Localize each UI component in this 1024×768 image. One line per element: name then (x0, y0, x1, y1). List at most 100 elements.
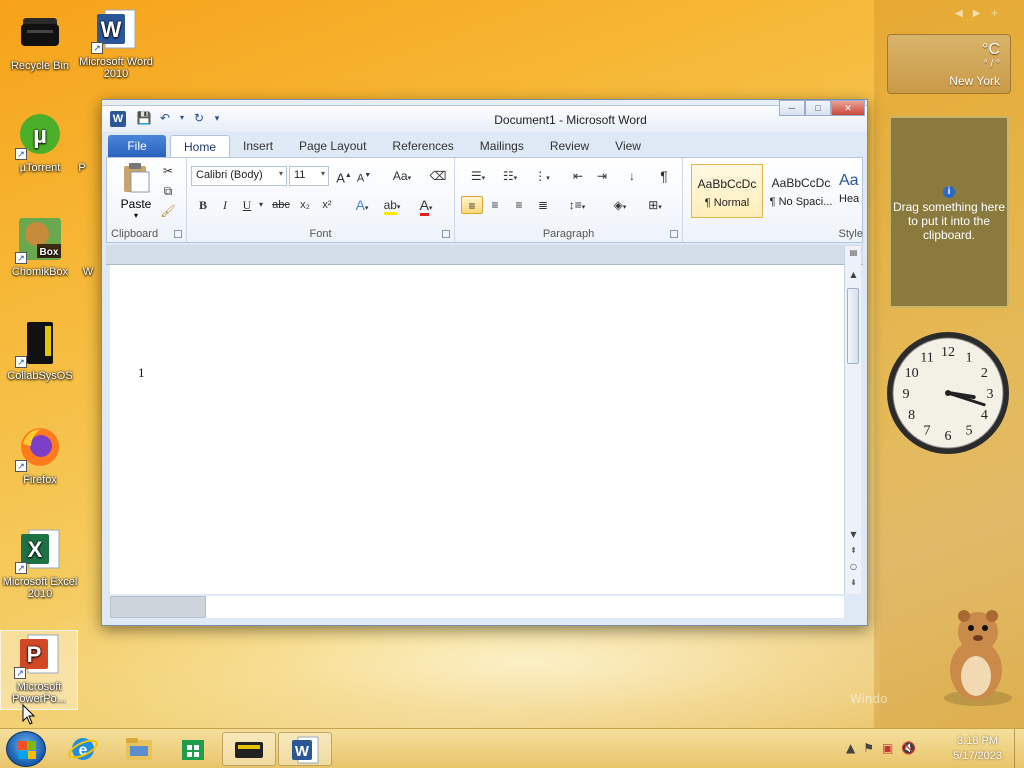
network-error-icon[interactable]: ▣ (882, 741, 893, 755)
decrease-indent-icon[interactable]: ⇤ (569, 167, 587, 185)
line-spacing-icon[interactable]: ↕≡▾ (563, 196, 591, 214)
shading-icon[interactable]: ◈▾ (605, 196, 635, 214)
subscript-button[interactable]: x₂ (295, 196, 315, 214)
font-family-select[interactable]: Calibri (Body) ▾ (191, 166, 287, 186)
superscript-button[interactable]: x² (317, 196, 337, 214)
shortcut-arrow-icon: ↗ (14, 667, 26, 679)
font-color-button[interactable]: A▾ (413, 196, 439, 216)
tab-home[interactable]: Home (170, 135, 231, 157)
taskbar-chomikbox[interactable] (222, 732, 276, 766)
borders-icon[interactable]: ⊞▾ (641, 196, 669, 214)
format-painter-icon[interactable]: 🖌 (159, 202, 177, 220)
document-text: 1 (138, 365, 145, 380)
show-hidden-icons-icon[interactable]: ▲ (846, 741, 855, 755)
style-heading[interactable]: Aa Hea (839, 164, 865, 218)
show-formatting-button[interactable]: ¶ (655, 167, 673, 185)
tab-insert[interactable]: Insert (230, 135, 286, 157)
bullets-icon[interactable]: ☰▾ (465, 167, 491, 185)
excel-icon: X ↗ (15, 526, 63, 574)
taskbar-store[interactable] (166, 732, 220, 766)
change-case-button[interactable]: Aa▾ (389, 167, 415, 185)
tab-file[interactable]: File (108, 135, 166, 157)
start-button[interactable] (6, 731, 46, 767)
numbering-icon[interactable]: ☷▾ (497, 167, 523, 185)
shrink-font-button[interactable]: A▼ (355, 167, 373, 185)
next-page-icon[interactable]: ⇟ (845, 578, 862, 587)
multilevel-list-icon[interactable]: ⋮▾ (529, 167, 555, 185)
document-page[interactable]: 1 (110, 265, 844, 594)
desktop-icon-excel-2010[interactable]: X ↗ Microsoft Excel 2010 (0, 526, 80, 600)
shortcut-arrow-icon: ↗ (15, 356, 27, 368)
horizontal-scroll-thumb[interactable] (110, 596, 206, 618)
clear-formatting-icon[interactable]: ⌫ (429, 167, 447, 185)
paragraph-launcher-icon[interactable] (670, 230, 678, 238)
minimize-button[interactable]: ─ (779, 100, 805, 116)
scroll-thumb[interactable] (847, 288, 859, 364)
desktop-icon-partial-p[interactable]: P (62, 162, 102, 174)
weather-unit: °C (982, 41, 1000, 58)
taskbar-word[interactable]: W (278, 732, 332, 766)
tab-references[interactable]: References (379, 135, 466, 157)
align-right-icon[interactable]: ≡ (509, 196, 529, 214)
tab-page-layout[interactable]: Page Layout (286, 135, 379, 157)
ruler-toggle-icon[interactable]: ▤ (845, 248, 862, 257)
clock-center (945, 390, 951, 396)
word-window[interactable]: W 💾 ↶ ▾ ↻ ▾ Document1 - Microsoft Word ─… (101, 99, 868, 626)
system-clock[interactable]: 3:18 PM 5/17/2023 (953, 734, 1002, 764)
sort-icon[interactable]: ↓ (623, 167, 641, 185)
action-center-flag-icon[interactable]: ⚑ (863, 741, 874, 755)
volume-muted-icon[interactable]: 🔇 (901, 741, 916, 755)
desktop-icon-powerpoint[interactable]: P ↗ Microsoft PowerPo... (0, 630, 78, 710)
desktop-icon-recycle-bin[interactable]: Recycle Bin (0, 10, 80, 72)
scroll-up-icon[interactable]: ▲ (845, 270, 862, 279)
show-desktop-button[interactable] (1014, 729, 1024, 768)
previous-page-icon[interactable]: ⇞ (845, 546, 862, 555)
desktop-icon-firefox[interactable]: ↗ Firefox (0, 424, 80, 486)
copy-icon[interactable]: ⧉ (159, 182, 177, 200)
clock-date: 5/17/2023 (953, 750, 1002, 762)
desktop-icon-collabsysos[interactable]: ↗ CollabSysOS (0, 320, 80, 382)
font-launcher-icon[interactable] (442, 230, 450, 238)
scroll-down-icon[interactable]: ▼ (845, 530, 862, 539)
font-size-select[interactable]: 11 ▾ (289, 166, 329, 186)
style-normal[interactable]: AaBbCcDc ¶ Normal (691, 164, 763, 218)
close-button[interactable]: ✕ (831, 100, 865, 116)
clipboard-gadget[interactable]: i Drag something here to put it into the… (889, 116, 1009, 308)
desktop-icon-label: Microsoft Word 2010 (79, 56, 153, 80)
vertical-scrollbar[interactable]: ▤ ▲ ▼ ⇞ ○ ⇟ (844, 246, 861, 594)
tab-mailings[interactable]: Mailings (467, 135, 537, 157)
taskbar-internet-explorer[interactable]: e (56, 732, 110, 766)
highlight-icon[interactable]: ab▾ (379, 196, 405, 215)
strikethrough-button[interactable]: abc (269, 196, 293, 214)
align-center-icon[interactable]: ≡ (485, 196, 505, 214)
tab-review[interactable]: Review (537, 135, 602, 157)
paste-button[interactable]: Paste ▾ (119, 162, 153, 220)
underline-dropdown-icon[interactable]: ▾ (257, 196, 265, 214)
taskbar-file-explorer[interactable] (112, 732, 166, 766)
underline-button[interactable]: U (239, 196, 255, 214)
tab-view[interactable]: View (602, 135, 654, 157)
title-bar[interactable]: W 💾 ↶ ▾ ↻ ▾ Document1 - Microsoft Word ─… (102, 100, 867, 132)
cut-icon[interactable]: ✂ (159, 162, 177, 180)
desktop-icon-word-2010[interactable]: W ↗ Microsoft Word 2010 (76, 6, 156, 80)
weather-gadget[interactable]: °C ° / ° New York (887, 34, 1011, 94)
justify-icon[interactable]: ≣ (533, 196, 553, 214)
bold-button[interactable]: B (195, 196, 211, 214)
paste-icon (124, 163, 150, 193)
horizontal-scrollbar[interactable] (110, 596, 844, 618)
internet-explorer-icon: e (68, 738, 98, 760)
style-no-spacing[interactable]: AaBbCcDc ¶ No Spaci... (765, 164, 837, 218)
select-browse-object-icon[interactable]: ○ (845, 562, 862, 571)
clock-gadget[interactable]: 12 1 2 3 4 5 6 7 8 9 10 11 (885, 330, 1011, 456)
grow-font-button[interactable]: A▲ (335, 167, 353, 185)
clipboard-launcher-icon[interactable] (174, 230, 182, 238)
gadget-nav-arrows[interactable]: ◀▶+ (955, 8, 1009, 19)
italic-button[interactable]: I (217, 196, 233, 214)
maximize-button[interactable]: □ (805, 100, 831, 116)
text-effects-icon[interactable]: A▾ (349, 196, 375, 214)
style-sample: AaBbCcDc (771, 176, 831, 190)
align-left-icon[interactable]: ≡ (461, 196, 483, 214)
clock-number: 2 (981, 366, 988, 381)
increase-indent-icon[interactable]: ⇥ (593, 167, 611, 185)
paragraph-group: ☰▾ ☷▾ ⋮▾ ⇤ ⇥ ↓ ¶ ≡ ≡ ≡ ≣ ↕≡▾ ◈▾ ⊞▾ Parag… (455, 158, 683, 242)
